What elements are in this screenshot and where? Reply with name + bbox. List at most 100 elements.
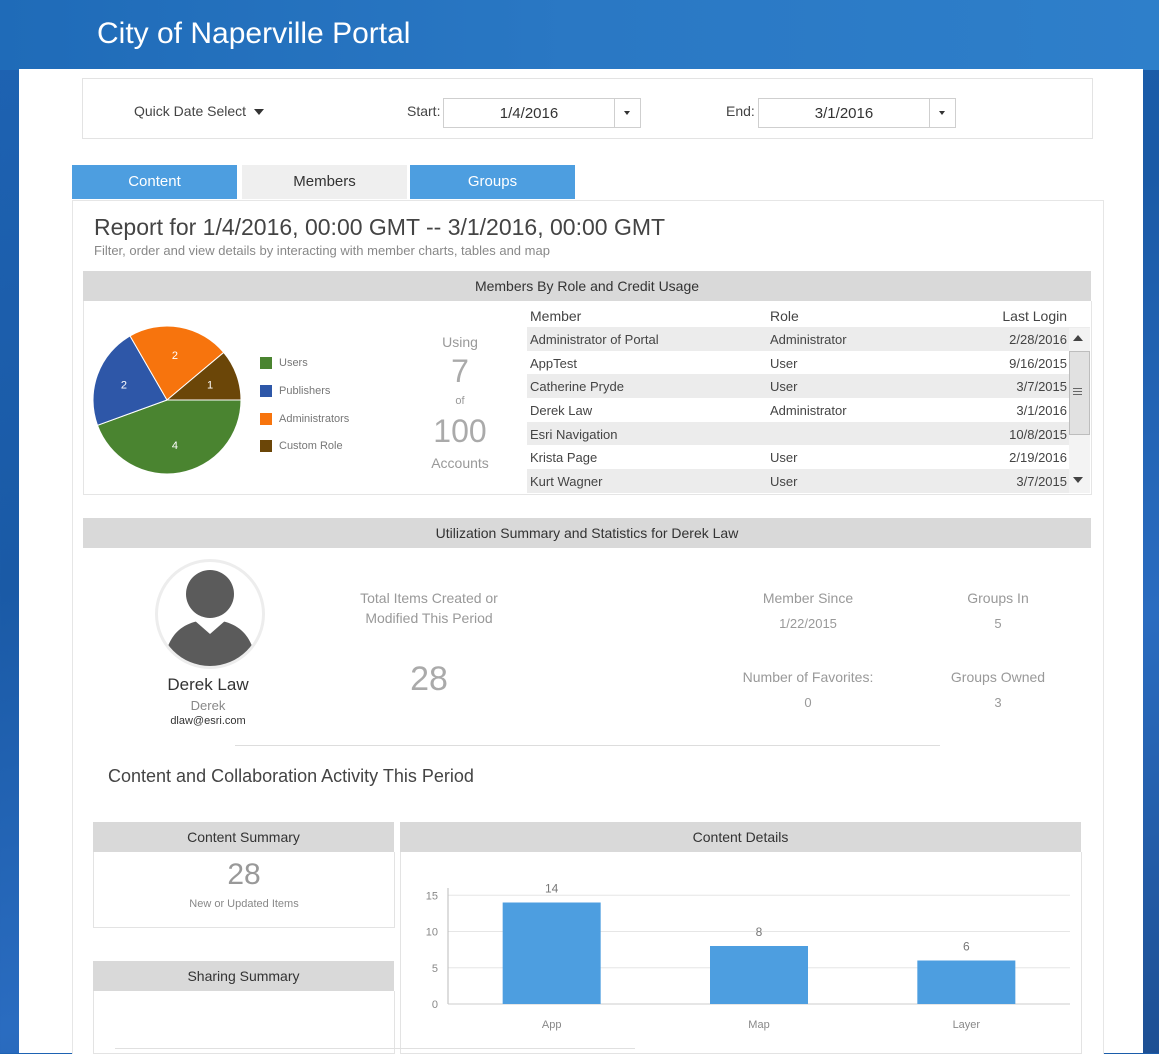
end-date-value[interactable]: 3/1/2016	[759, 105, 929, 122]
user-silhouette-icon	[164, 570, 256, 666]
content-details-bar-chart: 0 5 10 15 14 App 8 Map 6 Layer	[426, 882, 1070, 1031]
table-row[interactable]: Derek Law Administrator 3/1/2016	[527, 398, 1090, 422]
bar-map	[710, 946, 808, 1004]
pie-slice-value-label: 2	[172, 350, 178, 362]
pie-slice-value-label: 4	[172, 440, 178, 452]
start-date-dropdown-button[interactable]	[614, 99, 640, 127]
role-cell: Administrator	[770, 403, 847, 419]
table-row[interactable]: AppTest User 9/16/2015	[527, 351, 1090, 375]
bottom-divider	[115, 1048, 635, 1049]
accounts-label: Accounts	[431, 455, 489, 471]
table-row[interactable]: Administrator of Portal Administrator 2/28…	[527, 327, 1090, 351]
grip-line	[1073, 394, 1082, 395]
grip-line	[1073, 388, 1082, 389]
member-cell: Derek Law	[530, 403, 593, 419]
bar-app	[502, 902, 601, 1004]
end-date-picker[interactable]: 3/1/2016	[758, 98, 956, 128]
scroll-thumb[interactable]	[1069, 351, 1090, 435]
caret-down-icon	[254, 109, 265, 116]
using-label: Using	[442, 334, 478, 350]
legend-swatch	[260, 413, 272, 426]
activity-title: Content and Collaboration Activity This …	[108, 766, 474, 786]
scroll-up-icon[interactable]	[1073, 335, 1083, 341]
favorites-label: Number of Favorites:	[742, 669, 874, 685]
content-details-header: Content Details	[400, 822, 1081, 852]
member-cell: AppTest	[530, 355, 577, 371]
role-cell: Administrator	[770, 332, 847, 347]
x-tick-label: App	[542, 1019, 562, 1031]
role-pie-chart[interactable]: 4 2 2 1	[90, 322, 245, 477]
content-summary-value: 28	[227, 858, 261, 891]
sharing-summary-header: Sharing Summary	[93, 961, 394, 991]
column-role[interactable]: Role	[770, 308, 799, 324]
scroll-down-icon[interactable]	[1073, 477, 1083, 483]
quick-date-select-label: Quick Date Select	[134, 103, 247, 119]
member-cell: Esri Navigation	[530, 426, 618, 442]
content-summary-body: 28 New or Updated Items	[93, 852, 395, 928]
start-date-picker[interactable]: 1/4/2016	[443, 98, 641, 128]
tab-content[interactable]: Content	[72, 165, 237, 199]
report-title: Report for 1/4/2016, 00:00 GMT -- 3/1/20…	[94, 214, 666, 240]
last-login-cell: 3/7/2015	[1016, 474, 1067, 490]
table-row[interactable]: Esri Navigation 10/8/2015	[527, 421, 1090, 446]
portal-title: City of Naperville Portal	[97, 17, 411, 50]
last-login-cell: 10/8/2015	[1009, 426, 1067, 442]
x-tick-label: Map	[748, 1019, 769, 1031]
legend-publishers[interactable]: Publishers	[260, 385, 331, 398]
y-tick-label: 15	[426, 890, 438, 902]
legend-custom-role[interactable]: Custom Role	[260, 440, 343, 453]
bar-data-label: 14	[545, 882, 559, 896]
table-row[interactable]: Catherine Pryde User 3/7/2015	[527, 374, 1090, 399]
table-row[interactable]: Kurt Wagner User 3/7/2015	[527, 469, 1090, 493]
groups-owned-label: Groups Owned	[950, 669, 1046, 685]
end-date-dropdown-button[interactable]	[929, 99, 955, 127]
total-accounts: 100	[433, 413, 487, 449]
quick-date-select[interactable]: Quick Date Select	[134, 103, 265, 119]
member-cell: Administrator of Portal	[530, 332, 659, 347]
member-cell: Catherine Pryde	[530, 379, 624, 395]
column-member[interactable]: Member	[530, 308, 581, 324]
legend-label: Administrators	[279, 413, 350, 425]
start-date-value[interactable]: 1/4/2016	[444, 105, 614, 122]
content-summary-caption: New or Updated Items	[189, 898, 299, 910]
legend-swatch	[260, 385, 272, 398]
legend-label: Users	[279, 357, 308, 369]
utilization-section-header: Utilization Summary and Statistics for D…	[83, 518, 1091, 548]
legend-label: Publishers	[279, 385, 331, 397]
last-login-cell: 9/16/2015	[1009, 355, 1067, 371]
favorites-value: 0	[804, 695, 812, 710]
pie-slice-value-label: 1	[207, 379, 213, 391]
members-section-header: Members By Role and Credit Usage	[83, 271, 1091, 301]
legend-swatch	[260, 357, 272, 370]
bar-data-label: 8	[756, 925, 763, 939]
tab-groups[interactable]: Groups	[410, 165, 575, 199]
table-row[interactable]: Krista Page User 2/19/2016	[527, 445, 1090, 469]
sharing-summary-body	[93, 991, 395, 1054]
table-body: Administrator of Portal Administrator 2/28…	[527, 327, 1090, 493]
user-avatar	[155, 559, 265, 669]
column-last-login[interactable]: Last Login	[987, 308, 1067, 324]
user-full-name: Derek Law	[167, 675, 249, 694]
end-label: End:	[726, 103, 755, 119]
groups-in-value: 5	[994, 616, 1002, 631]
report-subtitle: Filter, order and view details by intera…	[94, 243, 550, 258]
role-cell: User	[770, 474, 798, 490]
last-login-cell: 3/1/2016	[1016, 403, 1067, 419]
tab-members[interactable]: Members	[242, 165, 407, 199]
groups-owned-value: 3	[994, 695, 1002, 710]
pie-slice-value-label: 2	[121, 379, 127, 391]
member-since-label: Member Since	[762, 590, 854, 606]
y-tick-label: 0	[432, 999, 438, 1011]
y-tick-label: 10	[426, 927, 438, 939]
legend-users[interactable]: Users	[260, 357, 308, 370]
members-table: Member Role Last Login Administrator of …	[527, 303, 1090, 493]
role-cell: User	[770, 450, 798, 466]
legend-administrators[interactable]: Administrators	[260, 413, 350, 426]
legend-label: Custom Role	[279, 440, 343, 452]
member-since-value: 1/22/2015	[779, 616, 837, 631]
y-tick-label: 5	[432, 963, 438, 975]
role-cell: User	[770, 355, 798, 371]
items-label-line1: Total Items Created or	[360, 590, 498, 606]
items-value: 28	[410, 660, 448, 698]
member-cell: Krista Page	[530, 450, 598, 466]
